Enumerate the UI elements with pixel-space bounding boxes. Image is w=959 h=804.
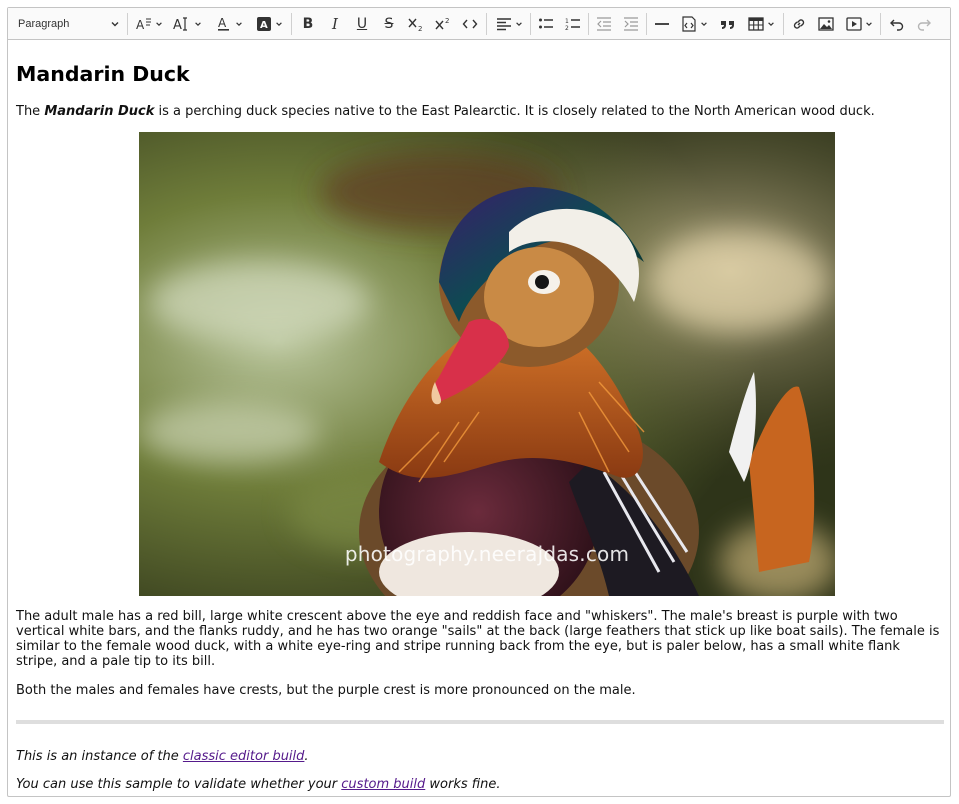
font-background-color-icon: A [256,17,271,31]
code-icon [462,19,478,29]
svg-text:2: 2 [445,17,449,25]
redo-button[interactable] [911,12,937,36]
footer-note-validate: You can use this sample to validate whet… [16,777,944,792]
horizontal-line-button[interactable] [649,12,675,36]
svg-text:A: A [136,18,145,32]
male-description-paragraph: The adult male has a red bill, large whi… [16,609,940,669]
font-family-button[interactable]: A [169,12,205,36]
underline-icon: U [356,16,368,32]
horizontal-rule [16,720,944,724]
intro-emphasis: Mandarin Duck [44,104,155,119]
toolbar-separator [530,13,531,35]
strikethrough-icon: S [384,16,394,32]
intro-text-end: is a perching duck species native to the… [154,104,875,119]
image-watermark: photography.neerajdas.com [344,542,630,566]
insert-image-icon [818,17,834,31]
indent-button[interactable] [618,12,644,36]
footer-note-validate-end: works fine. [425,777,501,792]
toolbar-separator [880,13,881,35]
numbered-list-button[interactable]: 1 2 [560,12,586,36]
custom-build-link[interactable]: custom build [341,777,425,792]
block-quote-icon [721,21,734,29]
insert-media-button[interactable] [840,12,878,36]
mandarin-duck-image [139,132,835,596]
chevron-down-icon [515,22,522,27]
html-embed-icon [681,16,696,32]
duck-photo[interactable]: photography.neerajdas.com [139,132,835,596]
font-family-icon: A [173,17,187,32]
svg-text:2: 2 [418,25,422,32]
classic-editor-build-link[interactable]: classic editor build [183,749,305,764]
rich-text-editor: Paragraph A A A A B I U S 2 2 1 2 Mandar… [7,7,951,797]
indent-icon [624,17,638,31]
undo-button[interactable] [884,12,910,36]
redo-icon [917,19,931,31]
crest-paragraph: Both the males and females have crests, … [16,683,636,698]
footer-note-build: This is an instance of the classic edito… [16,749,944,764]
toolbar-separator [783,13,784,35]
font-color-icon: A [217,16,229,31]
chevron-down-icon [865,22,872,27]
italic-icon: I [332,15,338,33]
toolbar-separator [646,13,647,35]
chevron-down-icon [275,22,282,27]
insert-table-button[interactable] [742,12,780,36]
italic-button[interactable]: I [322,12,348,36]
font-size-button[interactable]: A [132,12,166,36]
bold-button[interactable]: B [295,12,321,36]
chevron-down-icon [767,22,774,27]
svg-text:A: A [218,16,227,30]
document-heading: Mandarin Duck [16,62,190,86]
insert-media-icon [845,17,862,31]
svg-text:1: 1 [565,18,569,25]
code-button[interactable] [457,12,483,36]
alignment-button[interactable] [490,12,528,36]
block-quote-button[interactable] [715,12,741,36]
footer-note-build-end: . [304,749,309,764]
chevron-down-icon [194,22,201,27]
bold-icon: B [302,16,314,32]
alignment-icon [496,18,511,31]
superscript-button[interactable]: 2 [430,12,456,36]
editor-toolbar: Paragraph A A A A B I U S 2 2 1 2 [8,8,950,40]
font-background-color-button[interactable]: A [251,12,287,36]
numbered-list-icon: 1 2 [565,18,580,32]
bulleted-list-button[interactable] [533,12,559,36]
insert-table-icon [747,17,764,31]
link-icon [793,19,805,29]
svg-text:A: A [173,18,182,32]
chevron-down-icon [155,22,162,27]
insert-image-button[interactable] [813,12,839,36]
footer-note-validate-text: You can use this sample to validate whet… [16,777,342,792]
intro-paragraph: The Mandarin Duck is a perching duck spe… [16,104,944,119]
html-embed-button[interactable] [676,12,712,36]
horizontal-line-icon [655,23,669,25]
strikethrough-button[interactable]: S [376,12,402,36]
heading-dropdown[interactable]: Paragraph [14,12,124,36]
subscript-button[interactable]: 2 [403,12,429,36]
chevron-down-icon [235,22,242,27]
subscript-icon: 2 [408,18,422,32]
underline-button[interactable]: U [349,12,375,36]
chevron-down-icon [111,22,119,27]
font-size-icon: A [136,18,151,32]
chevron-down-icon [700,22,707,27]
heading-dropdown-label: Paragraph [18,18,70,30]
intro-text-start: The [16,104,45,119]
toolbar-separator [291,13,292,35]
superscript-icon: 2 [435,17,449,30]
svg-text:A: A [260,20,268,31]
undo-icon [890,19,904,31]
outdent-button[interactable] [591,12,617,36]
font-color-button[interactable]: A [211,12,247,36]
toolbar-separator [486,13,487,35]
toolbar-separator [588,13,589,35]
svg-text:2: 2 [565,25,569,32]
outdent-icon [597,17,611,31]
link-button[interactable] [786,12,812,36]
footer-note-build-text: This is an instance of the [16,749,183,764]
bulleted-list-icon [539,18,553,29]
toolbar-separator [127,13,128,35]
